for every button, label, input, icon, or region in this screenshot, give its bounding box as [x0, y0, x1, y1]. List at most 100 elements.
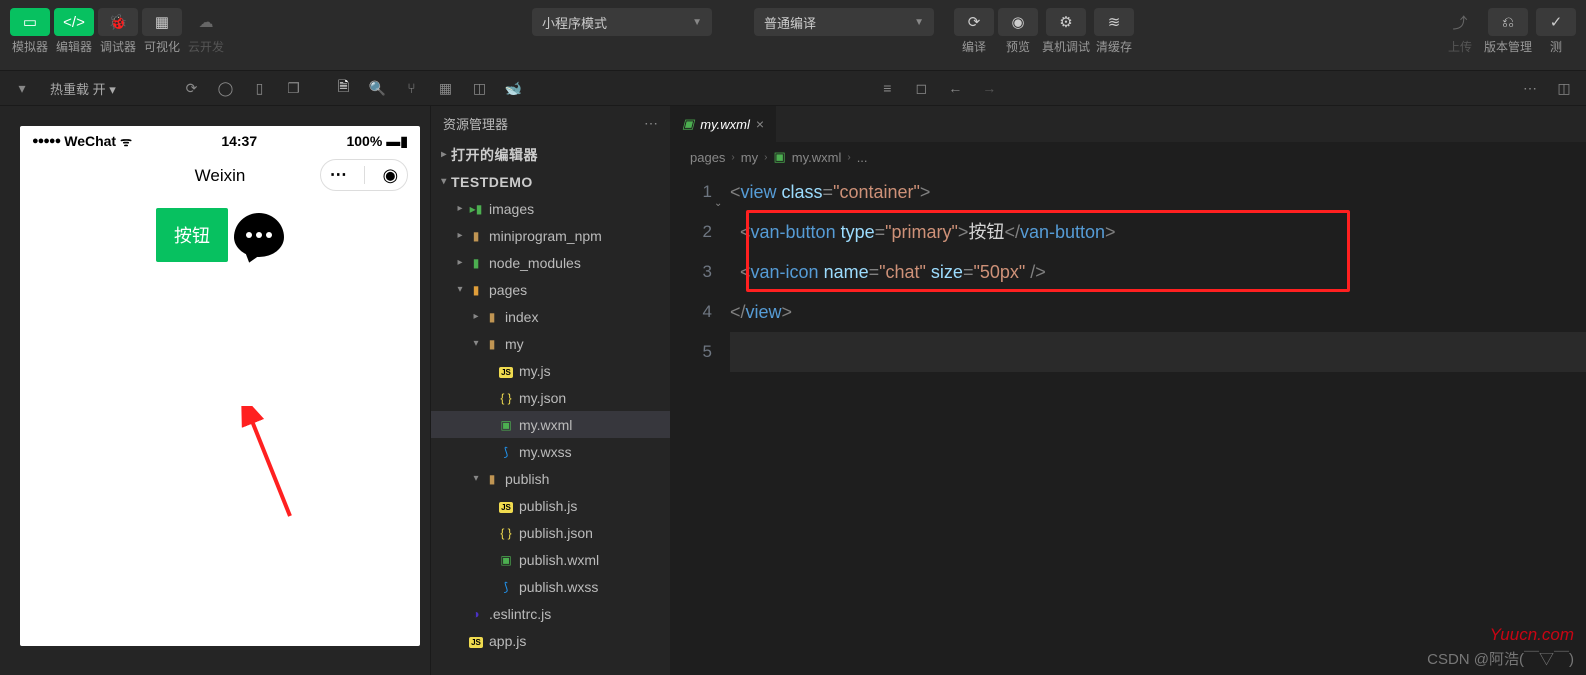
compile-button[interactable]: ⟳ [954, 8, 994, 36]
debugger-toggle[interactable]: 🐞 [98, 8, 138, 36]
file-publish-wxss[interactable]: ⟆publish.wxss [431, 573, 670, 600]
back-icon[interactable]: ← [941, 76, 969, 100]
clear-cache-button[interactable]: ≋ [1094, 8, 1134, 36]
tab-my-wxml[interactable]: ▣ my.wxml × [670, 106, 777, 142]
preview-button[interactable]: ◉ [998, 8, 1038, 36]
forward-icon[interactable]: → [975, 76, 1003, 100]
cloud-button[interactable]: ☁ [186, 8, 226, 36]
tab-label: my.wxml [700, 117, 750, 132]
editor-label: 编辑器 [56, 38, 92, 55]
cloud-label: 云开发 [188, 38, 224, 55]
extensions-icon[interactable]: ▦ [431, 76, 459, 100]
capsule-close-icon[interactable]: ◉ [383, 165, 399, 186]
folder-images[interactable]: ▸▸▮images [431, 195, 670, 222]
visualize-button[interactable]: ▦ [142, 8, 182, 36]
file-publish-json[interactable]: { }publish.json [431, 519, 670, 546]
test-button[interactable]: ✓ [1536, 8, 1576, 36]
code-area[interactable]: 1 2 3 4 5 ⌄ <view class="container"> <va… [670, 172, 1586, 372]
carrier-label: WeChat [64, 133, 116, 149]
time-label: 14:37 [221, 133, 257, 149]
file-eslintrc[interactable]: ◑.eslintrc.js [431, 600, 670, 627]
test-label: 测 [1550, 38, 1562, 55]
folder-miniprogram-npm[interactable]: ▸▮miniprogram_npm [431, 222, 670, 249]
status-bar: ●●●●● WeChatᯤ 14:37 100% ▬▮ [20, 126, 420, 156]
real-device-button[interactable]: ⚙ [1046, 8, 1086, 36]
stop-icon[interactable]: ◯ [211, 76, 239, 100]
page-title: Weixin [195, 166, 246, 186]
capsule-button[interactable]: ⋯ ◉ [320, 159, 408, 191]
device-frame: ●●●●● WeChatᯤ 14:37 100% ▬▮ Weixin ⋯ ◉ 按… [20, 126, 420, 646]
simulator-toggle[interactable]: ▭ [10, 8, 50, 36]
chevron-down-icon[interactable]: ▾ [8, 76, 36, 100]
file-my-js[interactable]: JSmy.js [431, 357, 670, 384]
folder-pages[interactable]: ▾▮pages [431, 276, 670, 303]
explorer-more-icon[interactable]: ⋯ [644, 115, 658, 132]
mode-select[interactable]: 小程序模式 ▼ [532, 8, 712, 36]
watermark: Yuucn.com [1490, 625, 1574, 645]
file-tree: ▸打开的编辑器 ▾TESTDEMO ▸▸▮images ▸▮miniprogra… [431, 141, 670, 675]
file-publish-js[interactable]: JSpublish.js [431, 492, 670, 519]
upload-button[interactable]: ⤴ [1440, 8, 1480, 36]
code-lines[interactable]: ⌄ <view class="container"> <van-button t… [730, 172, 1586, 372]
arrow-annotation [240, 406, 320, 526]
editor-toggle[interactable]: </> [54, 8, 94, 36]
breadcrumb[interactable]: pages› my› ▣my.wxml› ... [690, 149, 868, 165]
explorer-panel: 资源管理器 ⋯ ▸打开的编辑器 ▾TESTDEMO ▸▸▮images ▸▮mi… [430, 106, 670, 675]
split-icon[interactable]: ◫ [465, 76, 493, 100]
close-icon[interactable]: × [756, 116, 764, 132]
file-my-wxml[interactable]: ▣my.wxml [431, 411, 670, 438]
wifi-icon: ᯤ [120, 132, 132, 150]
visualize-label: 可视化 [144, 38, 180, 55]
project-root[interactable]: ▾TESTDEMO [431, 168, 670, 195]
upload-label: 上传 [1448, 38, 1472, 55]
version-button[interactable]: ⎌ [1488, 8, 1528, 36]
split-editor-icon[interactable]: ◫ [1550, 76, 1578, 100]
menu-icon[interactable]: ≡ [873, 76, 901, 100]
multiwindow-icon[interactable]: ❐ [279, 76, 307, 100]
bookmark-icon[interactable]: ◻ [907, 76, 935, 100]
chat-icon [234, 213, 284, 257]
docker-icon[interactable]: 🐋 [499, 76, 527, 100]
primary-button[interactable]: 按钮 [156, 208, 228, 262]
watermark-author: CSDN @阿浩(￣▽￣) [1427, 648, 1574, 669]
device-icon[interactable]: ▯ [245, 76, 273, 100]
simulator-panel: ●●●●● WeChatᯤ 14:37 100% ▬▮ Weixin ⋯ ◉ 按… [0, 106, 430, 675]
open-editors-section[interactable]: ▸打开的编辑器 [431, 141, 670, 168]
wxml-icon: ▣ [682, 116, 694, 132]
folder-my[interactable]: ▾▮my [431, 330, 670, 357]
refresh-icon[interactable]: ⟳ [177, 76, 205, 100]
battery-label: 100% [346, 133, 382, 149]
file-publish-wxml[interactable]: ▣publish.wxml [431, 546, 670, 573]
editor-panel: ▣ my.wxml × pages› my› ▣my.wxml› ... 1 2… [670, 106, 1586, 675]
debugger-label: 调试器 [100, 38, 136, 55]
hot-reload-status[interactable]: 热重载 开 ▾ [42, 79, 124, 98]
simulator-label: 模拟器 [12, 38, 48, 55]
more-icon[interactable]: ⋯ [1516, 76, 1544, 100]
file-app-js[interactable]: JSapp.js [431, 627, 670, 654]
sub-toolbar: ▾ 热重载 开 ▾ ⟳ ◯ ▯ ❐ 🗎 🔍 ⑂ ▦ ◫ 🐋 ≡ ◻ ← → ⋯ … [0, 70, 1586, 106]
wxml-icon: ▣ [773, 149, 785, 165]
folder-publish[interactable]: ▾▮publish [431, 465, 670, 492]
page-body: 按钮 [20, 196, 420, 262]
search-icon[interactable]: 🔍 [363, 76, 391, 100]
signal-icon: ●●●●● [32, 135, 60, 147]
file-my-json[interactable]: { }my.json [431, 384, 670, 411]
folder-node-modules[interactable]: ▸▮node_modules [431, 249, 670, 276]
clear-cache-label: 清缓存 [1096, 38, 1132, 55]
battery-icon: ▬▮ [386, 133, 408, 150]
nav-bar: Weixin ⋯ ◉ [20, 156, 420, 196]
folder-index[interactable]: ▸▮index [431, 303, 670, 330]
mode-select-value: 小程序模式 [542, 13, 607, 32]
git-icon[interactable]: ⑂ [397, 76, 425, 100]
preview-label: 预览 [1006, 38, 1030, 55]
real-device-label: 真机调试 [1042, 38, 1090, 55]
file-my-wxss[interactable]: ⟆my.wxss [431, 438, 670, 465]
compile-select[interactable]: 普通编译 ▼ [754, 8, 934, 36]
capsule-menu-icon[interactable]: ⋯ [330, 165, 347, 185]
files-icon[interactable]: 🗎 [329, 76, 357, 100]
chevron-down-icon: ▼ [914, 17, 924, 28]
fold-icon[interactable]: ⌄ [714, 184, 722, 224]
editor-tabs: ▣ my.wxml × [670, 106, 1586, 142]
compile-label: 编译 [962, 38, 986, 55]
main-toolbar: ▭ 模拟器 </> 编辑器 🐞 调试器 ▦ 可视化 ☁ 云开发 小程序模式 ▼ … [0, 0, 1586, 70]
